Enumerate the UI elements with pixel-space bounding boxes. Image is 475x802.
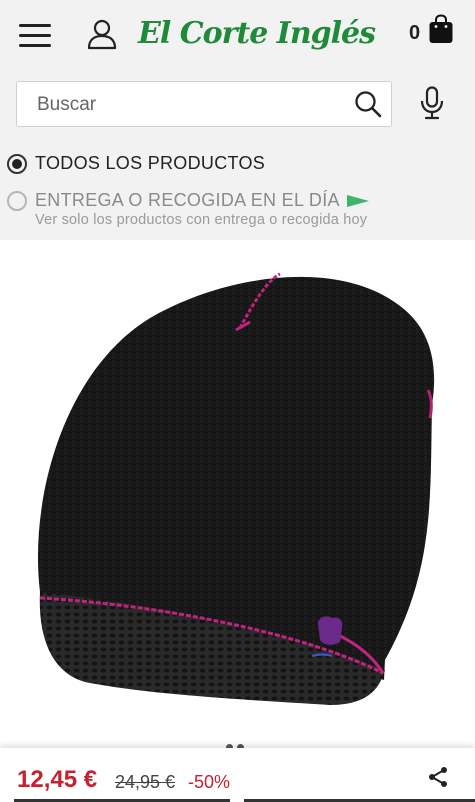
search-input[interactable] — [17, 82, 359, 128]
filter-all-products[interactable]: TODOS LOS PRODUCTOS — [7, 153, 265, 174]
brand-logo[interactable]: El Corte Inglés — [138, 12, 376, 56]
filter-same-day-description: Ver solo los productos con entrega o rec… — [35, 212, 368, 228]
share-icon[interactable] — [427, 766, 449, 788]
filter-same-day-label: ENTREGA O RECOGIDA EN EL DÍA — [35, 190, 340, 210]
menu-icon[interactable] — [19, 24, 51, 48]
radio-unselected[interactable] — [7, 190, 27, 211]
discount-badge: -50% — [188, 772, 231, 792]
microphone-icon[interactable] — [419, 86, 445, 120]
cart-count[interactable]: 0 — [409, 22, 420, 45]
header: El Corte Inglés 0 — [0, 0, 475, 70]
shopping-bag-icon[interactable] — [428, 14, 454, 44]
filter-all-products-label: TODOS LOS PRODUCTOS — [35, 153, 266, 173]
search-box[interactable] — [16, 81, 392, 128]
user-icon[interactable] — [86, 18, 118, 50]
original-price: 24,95 € — [115, 772, 176, 792]
flag-icon — [346, 194, 369, 207]
product-image[interactable] — [0, 240, 475, 748]
product-image-area[interactable] — [0, 240, 475, 748]
radio-selected[interactable] — [7, 153, 27, 174]
filter-same-day-delivery[interactable]: ENTREGA O RECOGIDA EN EL DÍA — [7, 190, 370, 211]
search-icon[interactable] — [354, 90, 382, 118]
current-price: 12,45 € — [17, 766, 98, 793]
